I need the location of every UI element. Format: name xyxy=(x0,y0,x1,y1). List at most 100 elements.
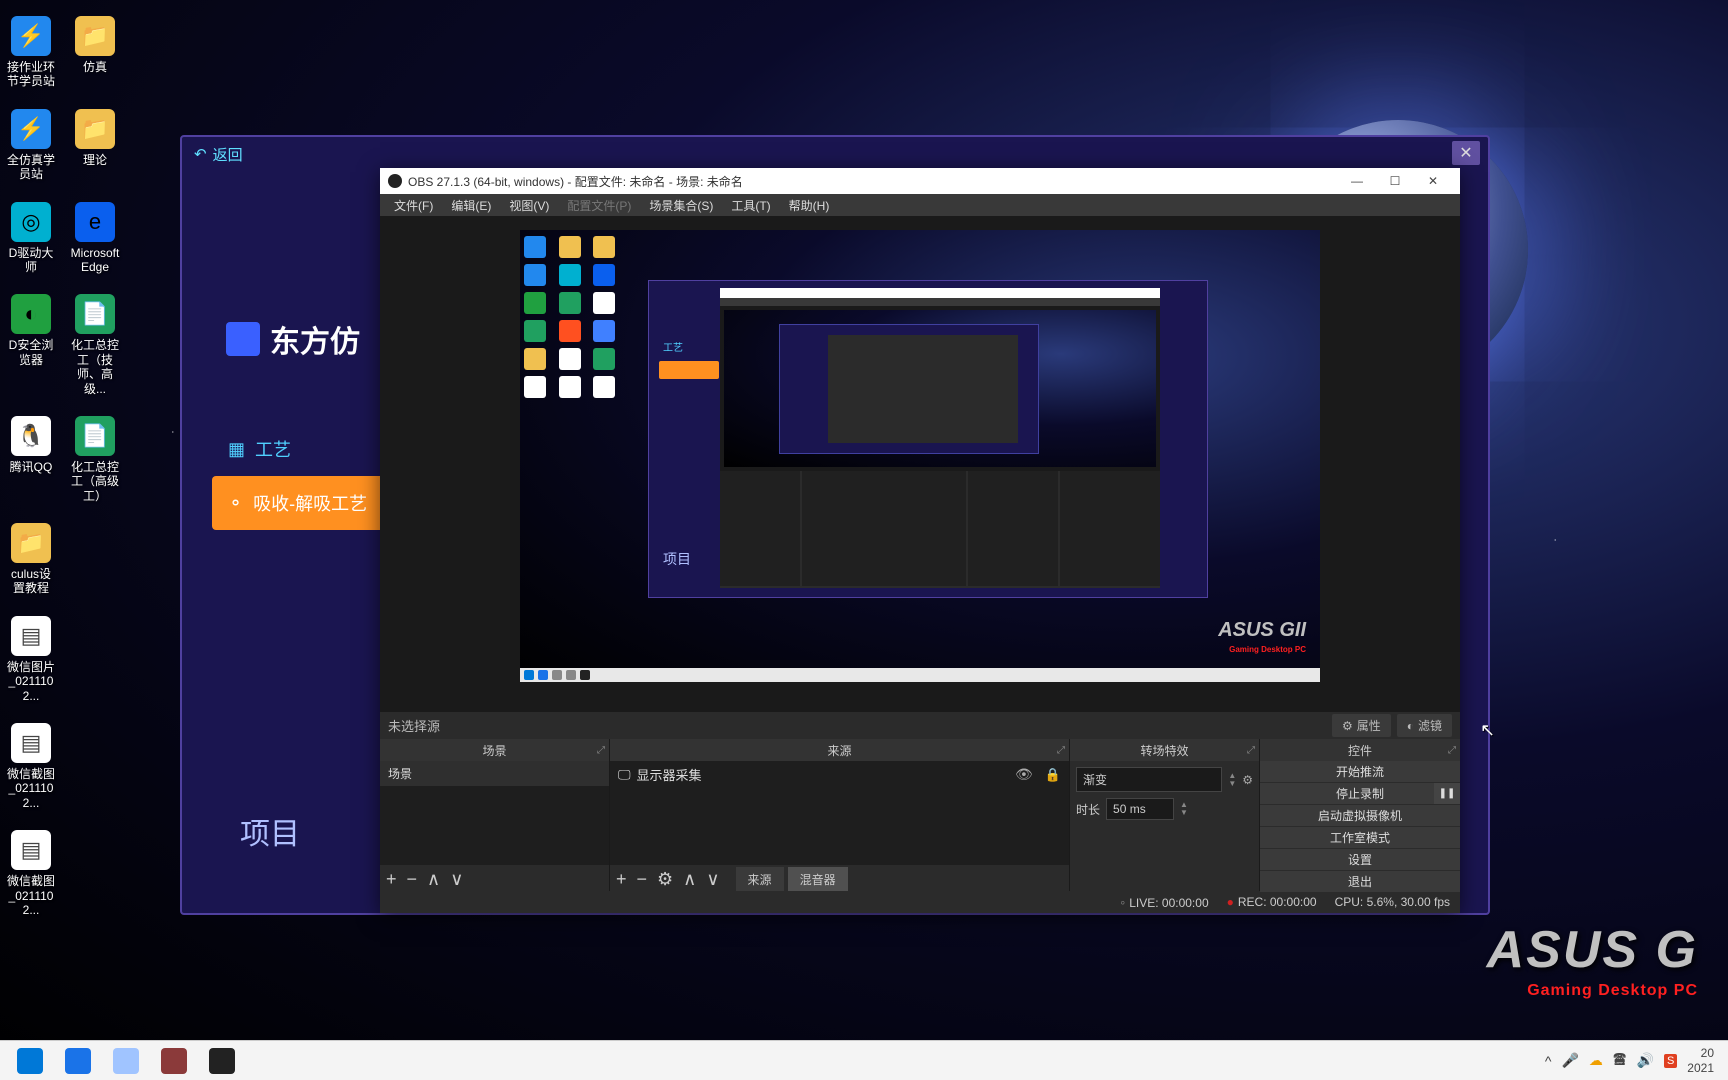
taskbar-app1[interactable] xyxy=(150,1042,198,1080)
desktop-icon[interactable]: 📁理论 xyxy=(70,109,120,182)
icon-label: culus设置教程 xyxy=(6,567,56,596)
menu-view[interactable]: 视图(V) xyxy=(501,195,557,216)
panel-popout-icon[interactable]: ⤢ xyxy=(597,745,605,756)
desktop-icon[interactable]: 📄化工总控工（技师、高级... xyxy=(70,294,120,396)
scene-up-button[interactable]: ∧ xyxy=(427,869,440,890)
desktop-icon[interactable]: 📁 仿真 xyxy=(70,16,120,89)
obs-maximize-button[interactable]: ☐ xyxy=(1376,168,1414,194)
tray-network-icon[interactable]: 🖀 xyxy=(1613,1049,1627,1073)
obs-close-button[interactable]: ✕ xyxy=(1414,168,1452,194)
obs-menubar: 文件(F) 编辑(E) 视图(V) 配置文件(P) 场景集合(S) 工具(T) … xyxy=(380,194,1460,216)
transition-type-select[interactable]: 渐变 xyxy=(1076,767,1222,792)
desktop-icon[interactable]: e Microsoft Edge xyxy=(70,202,120,275)
desktop-icon[interactable]: ⚡接作业环节学员站 xyxy=(6,16,56,89)
scene-list-item[interactable]: 场景 xyxy=(380,761,609,786)
app-icon: 📁 xyxy=(11,523,51,563)
desktop-icon[interactable]: ▤微信截图_0211102... xyxy=(6,723,56,810)
obs-filters-button[interactable]: ◐滤镜 xyxy=(1397,714,1452,737)
icon-label: 微信截图_0211102... xyxy=(6,767,56,810)
source-settings-button[interactable]: ⚙ xyxy=(657,869,673,890)
icon-label: D安全浏览器 xyxy=(6,338,56,367)
sources-tab[interactable]: 来源 xyxy=(736,867,784,892)
sim-app-title: 东方仿 xyxy=(226,317,360,361)
source-add-button[interactable]: + xyxy=(616,869,627,890)
icon-label: 理论 xyxy=(83,153,107,167)
sim-app-back[interactable]: ↶ 返回 xyxy=(182,137,1488,171)
menu-scene-collection[interactable]: 场景集合(S) xyxy=(641,195,721,216)
menu-profile[interactable]: 配置文件(P) xyxy=(559,195,639,216)
desktop-icon[interactable]: ⚡全仿真学员站 xyxy=(6,109,56,182)
app-icon: ⚡ xyxy=(11,16,51,56)
menu-edit[interactable]: 编辑(E) xyxy=(443,195,499,216)
start-virtualcam-button[interactable]: 启动虚拟摄像机 xyxy=(1260,805,1460,827)
source-list-item[interactable]: 🖵 显示器采集 👁 🔒 xyxy=(610,761,1069,788)
icon-label: 仿真 xyxy=(83,60,107,74)
obs-properties-button[interactable]: ⚙属性 xyxy=(1332,714,1391,737)
stop-recording-button[interactable]: 停止录制❚❚ xyxy=(1260,783,1460,805)
taskbar-obs[interactable] xyxy=(198,1042,246,1080)
tray-ime-icon[interactable]: S xyxy=(1664,1054,1677,1068)
obs-preview-area[interactable]: 工艺 项目 ASUS GII Gaming Desktop PC xyxy=(380,216,1460,711)
desktop-icon[interactable]: ▤微信截图_0211102... xyxy=(6,830,56,917)
menu-tools[interactable]: 工具(T) xyxy=(723,195,778,216)
app-icon: 🐧 xyxy=(11,416,51,456)
desktop-icon[interactable]: ◐D安全浏览器 xyxy=(6,294,56,396)
tray-volume-icon[interactable]: 🔊 xyxy=(1637,1052,1654,1069)
taskbar-edge[interactable] xyxy=(54,1042,102,1080)
panel-popout-icon[interactable]: ⤢ xyxy=(1448,745,1456,756)
studio-mode-button[interactable]: 工作室模式 xyxy=(1260,827,1460,849)
panel-popout-icon[interactable]: ⤢ xyxy=(1057,745,1065,756)
tray-onedrive-icon[interactable]: ☁ xyxy=(1589,1052,1603,1069)
start-streaming-button[interactable]: 开始推流 xyxy=(1260,761,1460,783)
settings-button[interactable]: 设置 xyxy=(1260,849,1460,871)
source-up-button[interactable]: ∧ xyxy=(683,869,696,890)
scene-remove-button[interactable]: − xyxy=(407,869,418,890)
taskbar-calculator[interactable] xyxy=(102,1042,150,1080)
tray-chevron-icon[interactable]: ^ xyxy=(1545,1053,1552,1069)
exit-button[interactable]: 退出 xyxy=(1260,871,1460,893)
back-arrow-icon: ↶ xyxy=(194,145,207,163)
desktop-icon[interactable]: 🐧 腾讯QQ xyxy=(6,416,56,503)
obs-preview-canvas: 工艺 项目 ASUS GII Gaming Desktop PC xyxy=(520,230,1320,682)
obs-minimize-button[interactable]: — xyxy=(1338,168,1376,194)
scene-down-button[interactable]: ∨ xyxy=(450,869,463,890)
app-icon: e xyxy=(75,202,115,242)
app-icon: 📁 xyxy=(75,16,115,56)
mixer-tab[interactable]: 混音器 xyxy=(788,867,848,892)
transition-duration-input[interactable]: 50 ms xyxy=(1106,798,1174,820)
wallpaper-brand-sub: Gaming Desktop PC xyxy=(1527,982,1698,1000)
system-tray: ^ 🎤 ☁ 🖀 🔊 S 20 2021 xyxy=(1545,1046,1722,1075)
scene-add-button[interactable]: + xyxy=(386,869,397,890)
tray-mic-icon[interactable]: 🎤 xyxy=(1561,1052,1578,1069)
sim-project-label: 项目 xyxy=(240,809,300,853)
back-label: 返回 xyxy=(213,144,243,165)
desktop-icon[interactable]: ▤微信图片_0211102... xyxy=(6,616,56,703)
source-remove-button[interactable]: − xyxy=(637,869,648,890)
taskbar-clock[interactable]: 20 2021 xyxy=(1687,1046,1714,1075)
app-icon: ▤ xyxy=(11,723,51,763)
sim-app-close[interactable]: ✕ xyxy=(1452,141,1480,165)
desktop-icon[interactable]: 📁 culus设置教程 xyxy=(6,523,56,596)
desktop-icon[interactable]: ◎D驱动大师 xyxy=(6,202,56,275)
share-icon: ⚬ xyxy=(228,493,243,514)
transition-settings-icon[interactable]: ⚙ xyxy=(1242,773,1253,787)
icon-label: Microsoft Edge xyxy=(70,246,120,275)
wallpaper-brand: ASUS G xyxy=(1487,920,1698,980)
app-icon: ▤ xyxy=(11,830,51,870)
menu-help[interactable]: 帮助(H) xyxy=(781,195,838,216)
pause-recording-button[interactable]: ❚❚ xyxy=(1434,783,1460,804)
icon-label: 腾讯QQ xyxy=(10,460,53,474)
desktop-icon[interactable]: 📄化工总控工（高级工） xyxy=(70,416,120,503)
panel-popout-icon[interactable]: ⤢ xyxy=(1247,745,1255,756)
icon-label: 微信截图_0211102... xyxy=(6,874,56,917)
obs-window: OBS 27.1.3 (64-bit, windows) - 配置文件: 未命名… xyxy=(380,168,1460,913)
source-visibility-toggle[interactable]: 👁 xyxy=(1015,766,1033,783)
preview-taskbar xyxy=(520,668,1320,682)
status-rec: REC: 00:00:00 xyxy=(1227,895,1317,909)
menu-file[interactable]: 文件(F) xyxy=(386,195,441,216)
source-down-button[interactable]: ∨ xyxy=(706,869,719,890)
source-lock-toggle[interactable]: 🔒 xyxy=(1045,767,1061,783)
taskbar-start[interactable] xyxy=(6,1042,54,1080)
obs-titlebar[interactable]: OBS 27.1.3 (64-bit, windows) - 配置文件: 未命名… xyxy=(380,168,1460,194)
transition-duration-label: 时长 xyxy=(1076,801,1100,818)
